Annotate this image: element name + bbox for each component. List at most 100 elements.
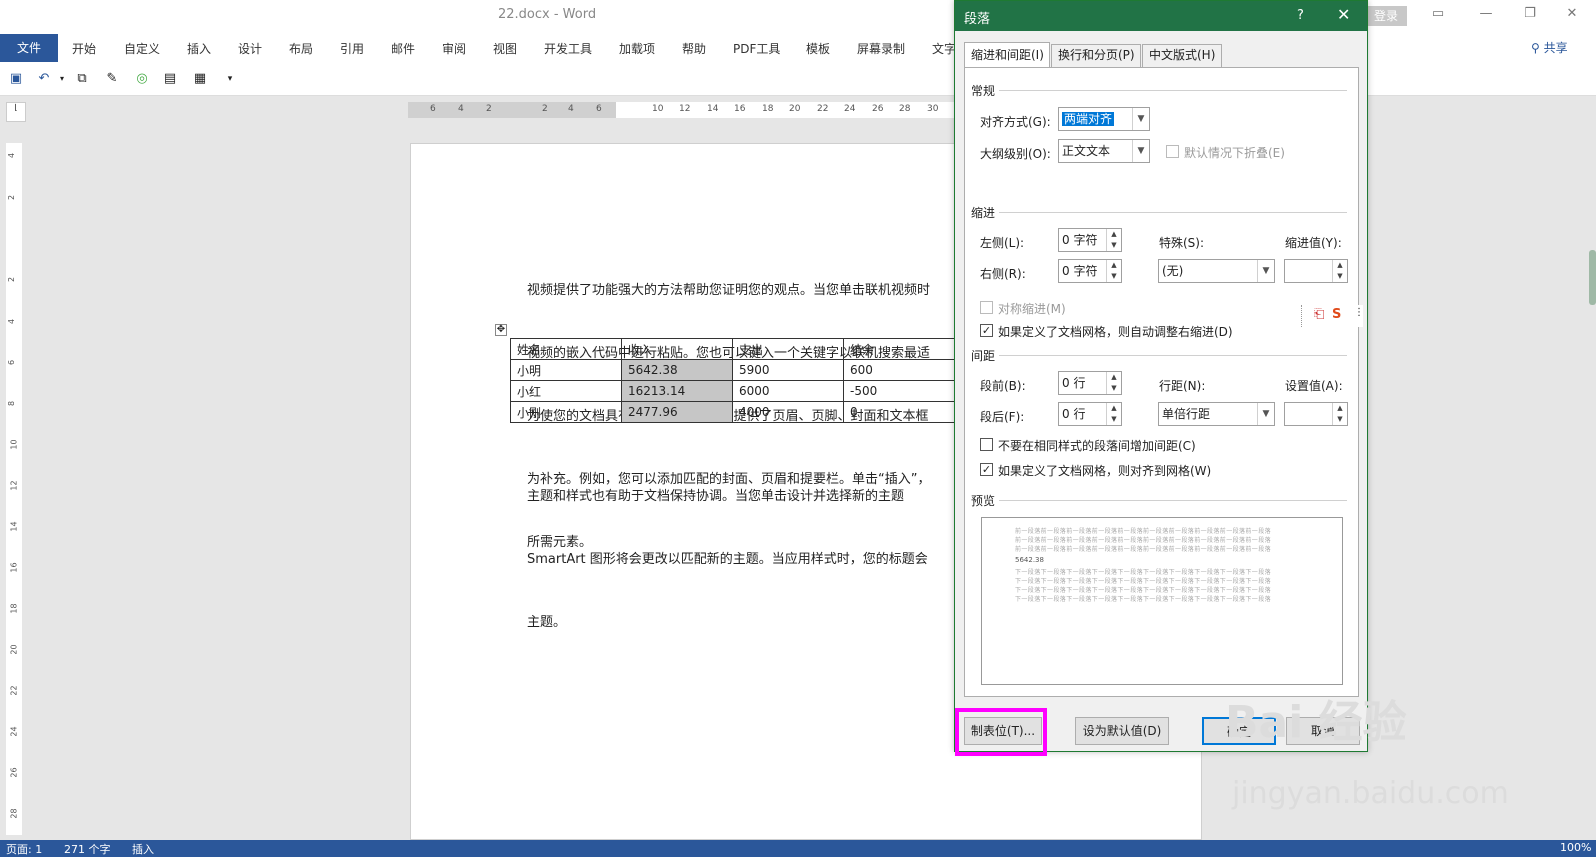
spinner-arrows[interactable]: ▲ ▼ bbox=[1106, 372, 1121, 394]
divider bbox=[999, 500, 1347, 501]
table-cell[interactable]: 6000 bbox=[732, 380, 844, 402]
restore-icon[interactable]: ❐ bbox=[1520, 6, 1540, 24]
more-icon[interactable]: ⋮ bbox=[1354, 307, 1364, 318]
scroll-thumb[interactable] bbox=[1589, 250, 1596, 305]
comment-icon[interactable]: ✎ bbox=[104, 71, 120, 87]
tab-selector[interactable]: ⌊ bbox=[6, 102, 26, 122]
tab-asian-typography[interactable]: 中文版式(H) bbox=[1142, 44, 1222, 67]
spinner-arrows[interactable]: ▲ ▼ bbox=[1106, 403, 1121, 425]
minimize-icon[interactable]: — bbox=[1476, 6, 1496, 24]
spinner-arrows[interactable]: ▲ ▼ bbox=[1332, 403, 1347, 425]
table-cell[interactable]: 600 bbox=[843, 359, 955, 381]
undo-icon[interactable]: ↶ bbox=[36, 71, 52, 87]
baidu-watermark-url: jingyan.baidu.com bbox=[1232, 776, 1509, 811]
tab-addins[interactable]: 加载项 bbox=[619, 40, 655, 57]
indent-left-input[interactable]: 0 字符 ▲ ▼ bbox=[1058, 228, 1122, 252]
tab-screen-record[interactable]: 屏幕录制 bbox=[857, 40, 905, 57]
tab-file[interactable]: 文件 bbox=[0, 34, 58, 62]
tab-insert[interactable]: 插入 bbox=[187, 40, 211, 57]
outline-level-select[interactable]: 正文文本 ▼ bbox=[1058, 139, 1150, 163]
line-spacing-select[interactable]: 单倍行距 ▼ bbox=[1158, 402, 1275, 426]
ruler-tick: 28 bbox=[899, 104, 911, 114]
ruler-tick: 24 bbox=[9, 726, 19, 737]
ribbon-display-icon[interactable]: ▭ bbox=[1428, 6, 1448, 24]
table-cell[interactable]: 小刚 bbox=[510, 401, 622, 423]
login-button[interactable]: 登录 bbox=[1365, 6, 1407, 26]
status-insert-mode[interactable]: 插入 bbox=[132, 841, 154, 857]
table-cell[interactable]: 小明 bbox=[510, 359, 622, 381]
tab-references[interactable]: 引用 bbox=[340, 40, 364, 57]
vertical-ruler[interactable]: 4 2 2 4 6 8 10 12 14 16 18 20 22 24 26 2… bbox=[6, 143, 22, 835]
tab-review[interactable]: 审阅 bbox=[442, 40, 466, 57]
no-space-same-style-checkbox[interactable] bbox=[980, 438, 993, 451]
data-table[interactable]: 姓名 收入 支出 结余 小明 5642.38 5900 600 小红 16213… bbox=[510, 338, 955, 423]
tab-layout[interactable]: 布局 bbox=[289, 40, 313, 57]
ruler-tick: 20 bbox=[789, 104, 801, 114]
tab-developer[interactable]: 开发工具 bbox=[544, 40, 592, 57]
save-icon[interactable]: ▣ bbox=[8, 71, 24, 87]
table-move-handle-icon[interactable]: ✥ bbox=[495, 324, 507, 336]
indent-by-input[interactable]: ▲ ▼ bbox=[1284, 259, 1348, 283]
special-indent-value: (无) bbox=[1162, 264, 1184, 278]
spinner-arrows[interactable]: ▲ ▼ bbox=[1332, 260, 1347, 282]
spinner-arrows[interactable]: ▲ ▼ bbox=[1106, 260, 1121, 282]
table-header-cell[interactable]: 姓名 bbox=[510, 338, 622, 360]
table-header-cell[interactable]: 收入 bbox=[621, 338, 733, 360]
collapse-default-checkbox[interactable] bbox=[1166, 145, 1179, 158]
spinner-arrows[interactable]: ▲ ▼ bbox=[1106, 229, 1121, 251]
snap-to-grid-checkbox[interactable]: ✓ bbox=[980, 463, 993, 476]
spacing-after-input[interactable]: 0 行 ▲ ▼ bbox=[1058, 402, 1122, 426]
table-cell[interactable]: -500 bbox=[843, 380, 955, 402]
paragraph-2[interactable]: 主题和样式也有助于文档保持协调。当您单击设计并选择新的主题 SmartArt 图… bbox=[527, 444, 967, 675]
tab-help[interactable]: 帮助 bbox=[682, 40, 706, 57]
close-window-icon[interactable]: ✕ bbox=[1562, 6, 1582, 24]
table-cell-selected[interactable]: 16213.14 bbox=[621, 380, 733, 402]
circle-icon[interactable]: ◎ bbox=[134, 71, 150, 87]
ruler-tick: 6 bbox=[430, 104, 436, 114]
undo-dropdown-icon[interactable]: ▾ bbox=[54, 71, 70, 87]
spacing-at-input[interactable]: ▲ ▼ bbox=[1284, 402, 1348, 426]
status-word-count[interactable]: 271 个字 bbox=[64, 841, 111, 857]
table-cell-selected[interactable]: 2477.96 bbox=[621, 401, 733, 423]
tab-text[interactable]: 文字 bbox=[932, 40, 956, 57]
tab-custom[interactable]: 自定义 bbox=[124, 40, 160, 57]
table-cell[interactable]: 4000 bbox=[732, 401, 844, 423]
special-indent-select[interactable]: (无) ▼ bbox=[1158, 259, 1275, 283]
set-default-button[interactable]: 设为默认值(D) bbox=[1075, 717, 1169, 745]
horizontal-ruler[interactable]: 6 4 2 2 4 6 10 12 14 16 18 20 22 24 26 2… bbox=[408, 102, 960, 118]
table-header-cell[interactable]: 支出 bbox=[732, 338, 844, 360]
tab-mailings[interactable]: 邮件 bbox=[391, 40, 415, 57]
indent-right-input[interactable]: 0 字符 ▲ ▼ bbox=[1058, 259, 1122, 283]
spacing-before-input[interactable]: 0 行 ▲ ▼ bbox=[1058, 371, 1122, 395]
alignment-select[interactable]: 两端对齐 ▼ bbox=[1058, 107, 1150, 131]
table-cell-selected[interactable]: 5642.38 bbox=[621, 359, 733, 381]
tab-indent-spacing[interactable]: 缩进和间距(I) bbox=[964, 42, 1050, 67]
status-zoom[interactable]: 100% bbox=[1560, 841, 1591, 854]
layout-icon[interactable]: ▦ bbox=[192, 71, 208, 87]
tab-line-page-breaks[interactable]: 换行和分页(P) bbox=[1051, 44, 1141, 67]
status-page[interactable]: 页面: 1 bbox=[6, 841, 42, 857]
table-cell[interactable]: 小红 bbox=[510, 380, 622, 402]
tab-pdf-tools[interactable]: PDF工具 bbox=[733, 40, 780, 57]
share-label: 共享 bbox=[1543, 41, 1568, 55]
table-icon[interactable]: ▤ bbox=[162, 71, 178, 87]
tab-template[interactable]: 模板 bbox=[806, 40, 830, 57]
mirror-indents-checkbox[interactable] bbox=[980, 301, 993, 314]
auto-right-indent-checkbox[interactable]: ✓ bbox=[980, 324, 993, 337]
close-icon[interactable]: ✕ bbox=[1337, 5, 1350, 24]
preview-prev-line: 前一段落前一段落前一段落前一段落前一段落前一段落前一段落前一段落前一段落前一段落 bbox=[1015, 537, 1272, 544]
s-logo-icon[interactable]: S bbox=[1332, 307, 1341, 322]
table-header-cell[interactable]: 结余 bbox=[843, 338, 955, 360]
table-cell[interactable]: 0 bbox=[843, 401, 955, 423]
table-cell[interactable]: 5900 bbox=[732, 359, 844, 381]
tab-home[interactable]: 开始 bbox=[72, 40, 96, 57]
share-button[interactable]: ⚲ 共享 bbox=[1531, 39, 1568, 56]
copy-format-icon[interactable]: ⧉ bbox=[74, 71, 90, 87]
dialog-title-bar: 段落 ? ✕ bbox=[955, 1, 1367, 31]
indent-left-value: 0 字符 bbox=[1062, 233, 1098, 247]
help-icon[interactable]: ? bbox=[1297, 8, 1304, 23]
tab-view[interactable]: 视图 bbox=[493, 40, 517, 57]
pdf-icon[interactable]: ⎗ bbox=[1314, 307, 1324, 322]
customize-toolbar-icon[interactable]: ▾ bbox=[222, 71, 238, 87]
tab-design[interactable]: 设计 bbox=[238, 40, 262, 57]
